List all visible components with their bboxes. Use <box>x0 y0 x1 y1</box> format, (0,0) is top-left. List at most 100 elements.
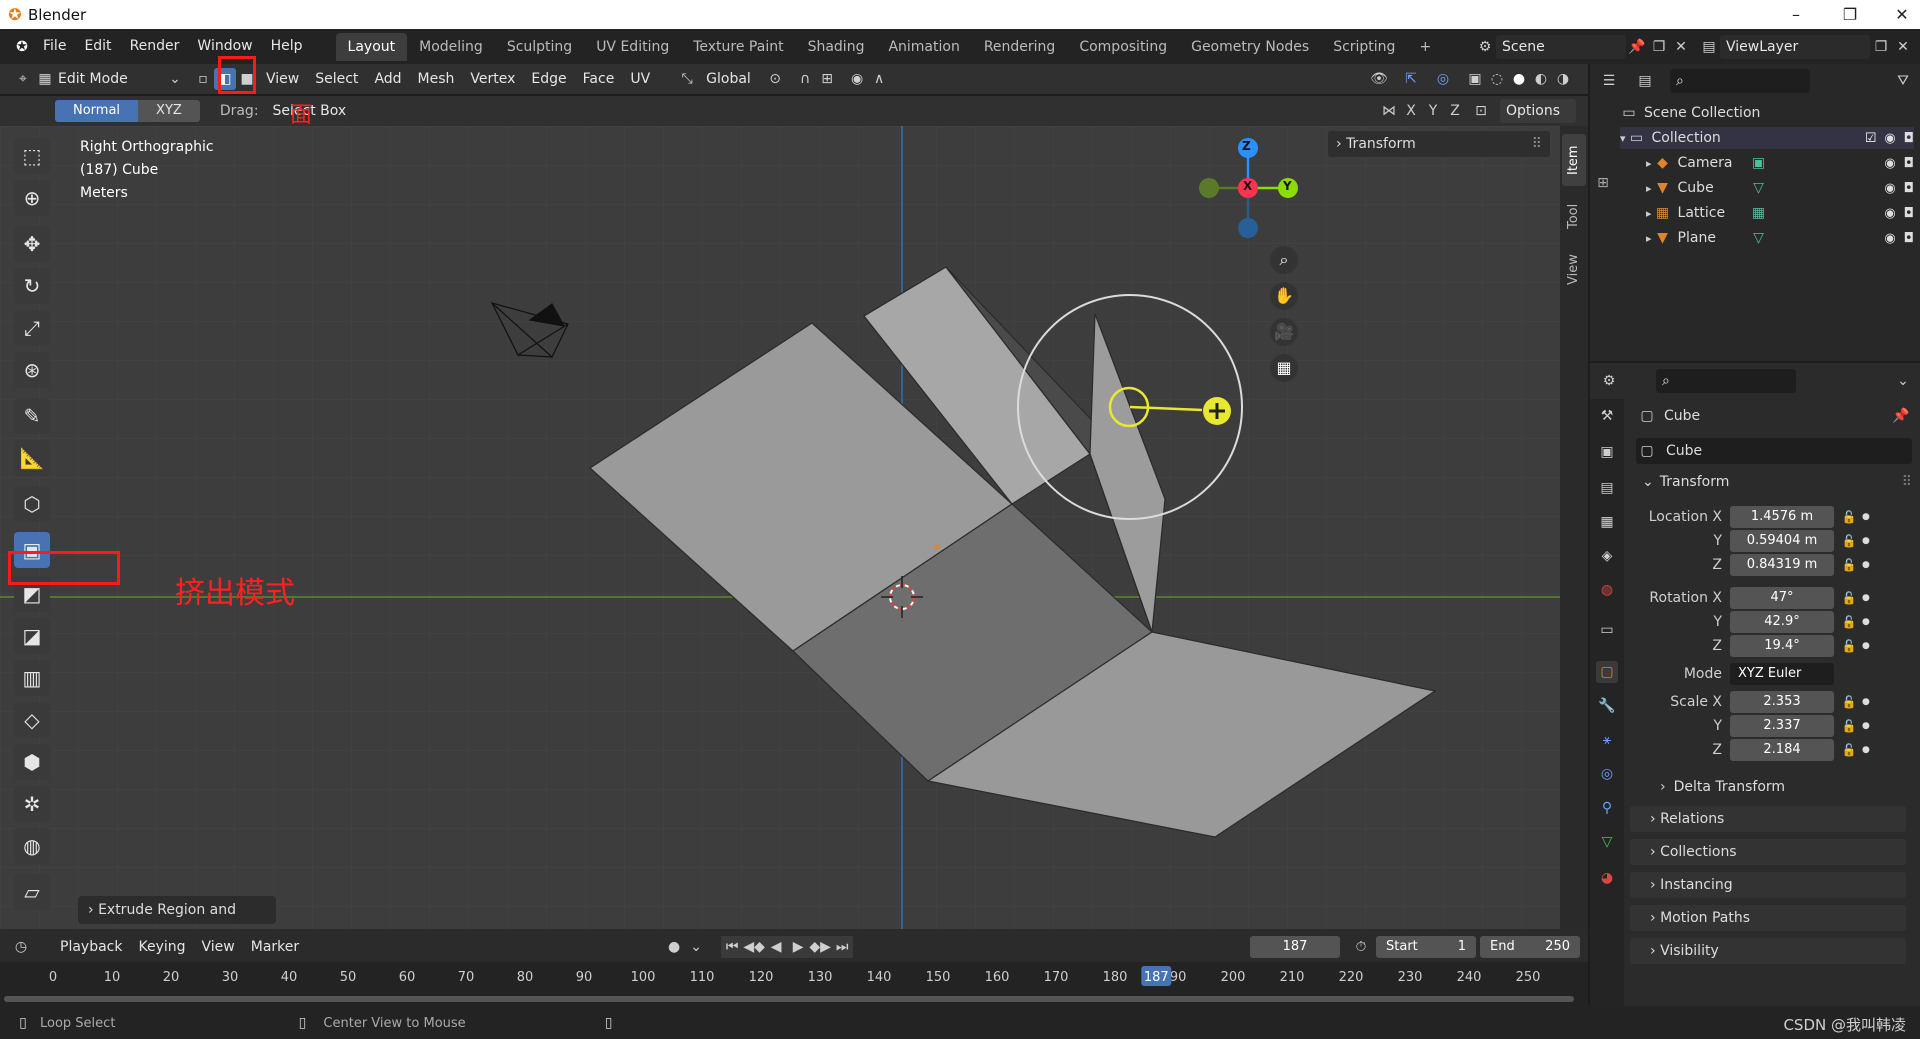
render-tab-icon[interactable]: ▣ <box>1596 441 1618 463</box>
rotation-mode-dropdown[interactable]: XYZ Euler <box>1730 663 1834 685</box>
tab-uv-editing[interactable]: UV Editing <box>584 33 681 61</box>
menu-select[interactable]: Select <box>307 64 366 94</box>
blender-menu-icon[interactable]: ✪ <box>10 36 34 58</box>
lock-icon[interactable]: 🔓 <box>1838 506 1860 528</box>
menu-add[interactable]: Add <box>366 64 409 94</box>
drag-handle-icon[interactable]: ⠿ <box>1902 474 1912 490</box>
xyz-toggle[interactable]: XYZ <box>138 100 200 122</box>
vertex-select-icon[interactable]: ▫ <box>192 68 214 90</box>
rendered-shading-icon[interactable]: ◑ <box>1552 68 1574 90</box>
transform-section-label[interactable]: Transform <box>1660 474 1730 490</box>
new-scene-icon[interactable]: ❐ <box>1648 36 1670 58</box>
tool-tab-icon[interactable]: ⚒ <box>1596 405 1618 427</box>
loop-cut-icon[interactable]: ▥ <box>14 660 50 696</box>
display-mode-icon[interactable]: ▤ <box>1634 70 1656 92</box>
maximize-icon[interactable]: ❐ <box>1822 0 1878 29</box>
location-x-field[interactable]: 1.4576 m <box>1730 506 1834 528</box>
play-reverse-icon[interactable]: ◀ <box>765 936 788 958</box>
hand-pan-icon[interactable]: ✋ <box>1270 282 1298 310</box>
jump-start-icon[interactable]: ⏮ <box>721 936 744 958</box>
camera-view-icon[interactable]: 🎥 <box>1270 318 1298 346</box>
collection-label[interactable]: Collection <box>1652 130 1721 146</box>
location-z-field[interactable]: 0.84319 m <box>1730 554 1834 576</box>
outliner-item-camera[interactable]: Camera <box>1678 155 1748 171</box>
chevron-down-icon[interactable]: ⌄ <box>685 936 707 958</box>
menu-render[interactable]: Render <box>121 29 189 64</box>
menu-mesh[interactable]: Mesh <box>410 64 463 94</box>
editor-type-icon[interactable]: ⚙ <box>1598 370 1620 392</box>
knife-icon[interactable]: ◇ <box>14 702 50 738</box>
lock-icon[interactable]: 🔓 <box>1838 739 1860 761</box>
delta-transform-section[interactable]: Delta Transform <box>1674 779 1785 795</box>
proportional-edit-icon[interactable]: ◉ <box>846 68 868 90</box>
lock-icon[interactable]: 🔓 <box>1838 635 1860 657</box>
outliner-search[interactable]: ⌕ <box>1670 69 1810 93</box>
measure-icon[interactable]: 📐 <box>14 440 50 476</box>
gizmo-z-label[interactable]: Z <box>1242 139 1251 153</box>
poly-build-icon[interactable]: ⬢ <box>14 744 50 780</box>
perspective-grid-icon[interactable]: ▦ <box>1270 354 1298 382</box>
menu-uv[interactable]: UV <box>622 64 658 94</box>
outliner-item-lattice[interactable]: Lattice <box>1678 205 1748 221</box>
npanel-transform-header[interactable]: › Transform ⠿ <box>1328 131 1550 157</box>
keyframe-dot-icon[interactable]: ● <box>1862 721 1870 731</box>
keyframe-dot-icon[interactable]: ● <box>1862 697 1870 707</box>
spin-icon[interactable]: ✲ <box>14 786 50 822</box>
auto-merge-icon[interactable]: ⊡ <box>1470 100 1492 122</box>
scale-icon[interactable]: ⤢ <box>14 310 50 346</box>
falloff-icon[interactable]: ∧ <box>868 68 890 90</box>
lock-icon[interactable]: 🔓 <box>1838 554 1860 576</box>
rotation-x-field[interactable]: 47° <box>1730 587 1834 609</box>
cursor-icon[interactable]: ⊕ <box>14 180 50 216</box>
eye-icon[interactable]: ◉ <box>1884 131 1895 146</box>
keyframe-dot-icon[interactable]: ● <box>1862 560 1870 570</box>
menu-view[interactable]: View <box>258 64 307 94</box>
editor-type-icon[interactable]: ⌖ <box>12 68 34 90</box>
scale-x-field[interactable]: 2.353 <box>1730 691 1834 713</box>
collection-tab-icon[interactable]: ▭ <box>1596 619 1618 641</box>
delete-view-layer-icon[interactable]: ✕ <box>1892 36 1914 58</box>
tab-compositing[interactable]: Compositing <box>1067 33 1179 61</box>
3d-viewport[interactable]: Z X Y ⌕ ✋ 🎥 ▦ Right Orthographic (187) C… <box>0 126 1588 929</box>
constraints-tab-icon[interactable]: ⚲ <box>1596 797 1618 819</box>
mirror-z-toggle[interactable]: Z <box>1444 100 1466 122</box>
modifier-tab-icon[interactable]: 🔧 <box>1596 695 1618 717</box>
menu-keying[interactable]: Keying <box>130 934 193 960</box>
select-box-icon[interactable]: ⬚ <box>14 138 50 174</box>
chevron-down-icon[interactable]: ⌄ <box>1892 370 1914 392</box>
mesh-data-icon[interactable]: ▽ <box>1748 227 1770 249</box>
render-icon[interactable]: ◘ <box>1904 231 1914 246</box>
menu-playback[interactable]: Playback <box>52 934 130 960</box>
lock-icon[interactable]: 🔓 <box>1838 530 1860 552</box>
menu-edit[interactable]: Edit <box>75 29 120 64</box>
bevel-icon[interactable]: ◪ <box>14 618 50 654</box>
render-icon[interactable]: ◘ <box>1904 181 1914 196</box>
record-icon[interactable]: ● <box>663 936 685 958</box>
wireframe-shading-icon[interactable]: ◌ <box>1486 68 1508 90</box>
render-icon[interactable]: ◘ <box>1904 206 1914 221</box>
rotation-y-field[interactable]: 42.9° <box>1730 611 1834 633</box>
eye-icon[interactable]: ◉ <box>1884 181 1895 196</box>
solid-shading-icon[interactable]: ● <box>1508 68 1530 90</box>
mesh-data-icon[interactable]: ▽ <box>1748 177 1770 199</box>
last-operator-panel[interactable]: › Extrude Region and Move <box>78 896 276 924</box>
rotate-icon[interactable]: ↻ <box>14 268 50 304</box>
play-icon[interactable]: ▶ <box>787 936 810 958</box>
object-name-field[interactable]: Cube <box>1666 443 1702 459</box>
object-data-dropdown-icon[interactable]: ▢ <box>1636 440 1658 462</box>
view-layer-icon[interactable]: ▤ <box>1698 36 1720 58</box>
relations-section[interactable]: › Relations <box>1630 806 1906 832</box>
pin-icon[interactable]: 📌 <box>1626 36 1648 58</box>
scene-icon[interactable]: ⚙ <box>1474 36 1496 58</box>
jump-keyframe-back-icon[interactable]: ◀◆ <box>743 936 766 958</box>
menu-help[interactable]: Help <box>262 29 312 64</box>
menu-vertex[interactable]: Vertex <box>462 64 523 94</box>
rotation-z-field[interactable]: 19.4° <box>1730 635 1834 657</box>
tab-animation[interactable]: Animation <box>876 33 971 61</box>
material-tab-icon[interactable]: ◕ <box>1596 867 1618 889</box>
output-tab-icon[interactable]: ▤ <box>1596 477 1618 499</box>
scale-y-field[interactable]: 2.337 <box>1730 715 1834 737</box>
menu-edge[interactable]: Edge <box>523 64 574 94</box>
tab-texture-paint[interactable]: Texture Paint <box>681 33 795 61</box>
editor-type-icon[interactable]: ☰ <box>1598 70 1620 92</box>
